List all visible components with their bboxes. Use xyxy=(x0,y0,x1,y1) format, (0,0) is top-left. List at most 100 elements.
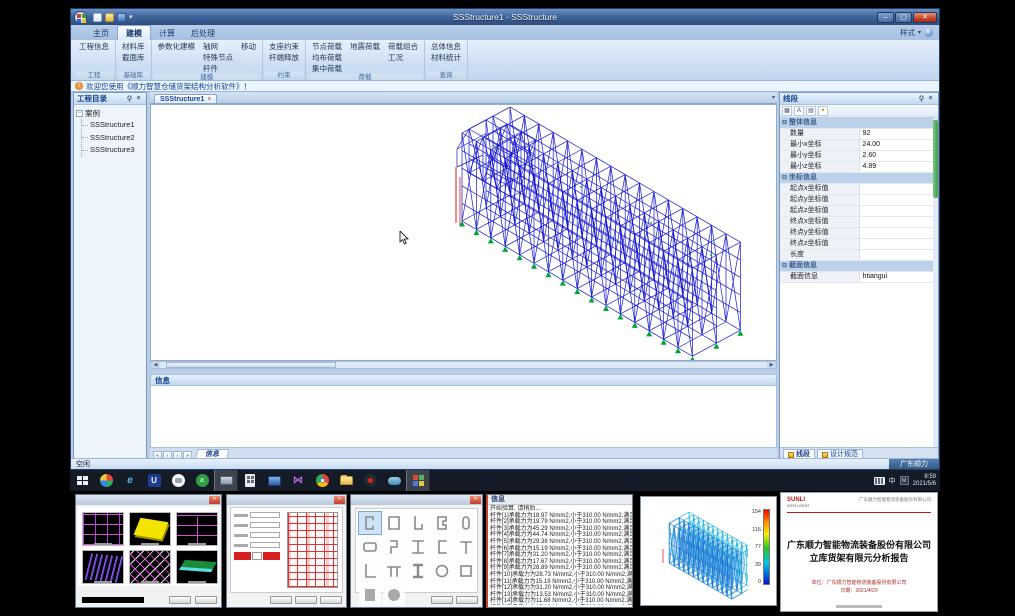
dialog-title-bar[interactable]: ✕ xyxy=(76,495,221,505)
taskbar-icon-ssstructure[interactable] xyxy=(406,470,430,491)
ribbon-button-材料统计[interactable]: 材料统计 xyxy=(430,52,462,63)
dialog-title-bar[interactable]: ✕ xyxy=(227,495,346,505)
gallery-thumbnail-grid-plan[interactable] xyxy=(82,512,124,546)
tree-item-ssstructure1[interactable]: SSStructure1 xyxy=(82,119,144,132)
taskbar-icon-cloud-drive[interactable] xyxy=(382,470,406,491)
maximize-button[interactable]: ▢ xyxy=(895,12,912,23)
section-shape-bent-plate[interactable] xyxy=(383,536,405,558)
tree-item-ssstructure2[interactable]: SSStructure2 xyxy=(82,132,144,145)
section-shape-t-section[interactable] xyxy=(455,536,477,558)
close-button[interactable]: ✕ xyxy=(913,12,937,23)
input-field[interactable] xyxy=(250,532,280,538)
ribbon-button-支座约束[interactable]: 支座约束 xyxy=(268,41,300,52)
horizontal-scrollbar[interactable]: ◀ ▶ xyxy=(150,361,777,369)
categorize-icon[interactable]: ▦ xyxy=(782,106,792,116)
result-contour-window[interactable]: 15411677390 xyxy=(640,496,777,606)
property-value[interactable] xyxy=(860,250,933,260)
section-shape-pipe[interactable] xyxy=(431,560,453,582)
section-shape-angle[interactable] xyxy=(359,560,381,582)
gallery-thumbnail-frame-elevation[interactable] xyxy=(176,512,218,546)
ribbon-button-截面库[interactable]: 截面库 xyxy=(121,52,146,63)
section-shape-double-c-section[interactable] xyxy=(383,512,405,534)
section-shape-square-tube[interactable] xyxy=(455,560,477,582)
property-row[interactable]: 长度 xyxy=(780,250,933,261)
taskbar-icon-my-computer[interactable] xyxy=(214,470,238,491)
prev-button[interactable] xyxy=(270,596,292,604)
taskbar-icon-screen-recorder[interactable] xyxy=(358,470,382,491)
title-bar[interactable]: ▾ SSStructure1 - SSStructure – ▢ ✕ xyxy=(71,9,939,25)
tab-modeling[interactable]: 建模 xyxy=(117,25,151,40)
gallery-thumbnail-yellow-solid-model[interactable] xyxy=(129,512,171,546)
close-icon[interactable]: ✕ xyxy=(470,496,481,504)
tab-home[interactable]: 主页 xyxy=(85,26,117,40)
property-row[interactable]: 终点y坐标值 xyxy=(780,228,933,239)
close-tab-icon[interactable]: × xyxy=(207,96,211,103)
property-value[interactable]: htiangui xyxy=(860,272,933,282)
property-row[interactable]: 终点x坐标值 xyxy=(780,217,933,228)
ribbon-button-杆端释放[interactable]: 杆端释放 xyxy=(268,52,300,63)
collapse-icon[interactable]: − xyxy=(76,110,83,117)
edit-icon[interactable]: ✦ xyxy=(818,106,828,116)
property-category[interactable]: ⊟截面信息 xyxy=(780,261,933,272)
property-category[interactable]: ⊟整体信息 xyxy=(780,118,933,129)
ribbon-button-均布荷载[interactable]: 均布荷载 xyxy=(311,52,343,63)
tab-postprocess[interactable]: 后处理 xyxy=(183,26,223,40)
taskbar-icon-visual-studio[interactable]: ⋈ xyxy=(286,470,310,491)
report-document[interactable]: SUNLIINTELLIGENT 广东顺力智能物流装备股份有限公司 广东顺力智能… xyxy=(780,492,938,612)
cancel-button[interactable] xyxy=(195,596,217,604)
scrollbar-thumb[interactable] xyxy=(166,362,336,368)
property-pages-icon[interactable]: ▤ xyxy=(806,106,816,116)
taskbar-icon-android-tool[interactable]: a xyxy=(190,470,214,491)
ribbon-button-杆件[interactable]: 杆件 xyxy=(202,63,234,74)
close-icon[interactable]: ✕ xyxy=(334,496,345,504)
input-field[interactable] xyxy=(250,522,280,528)
tree-item-ssstructure3[interactable]: SSStructure3 xyxy=(82,144,144,157)
scroll-left-icon[interactable]: ◀ xyxy=(151,362,160,368)
help-icon[interactable]: ? xyxy=(924,28,933,37)
input-field[interactable] xyxy=(250,512,280,518)
taskbar-icon-start[interactable] xyxy=(70,470,94,491)
ok-button[interactable] xyxy=(431,596,453,604)
collapse-icon[interactable]: ⊟ xyxy=(780,173,789,183)
collapse-icon[interactable]: ⊟ xyxy=(780,261,789,271)
gallery-thumbnail-rack-3d[interactable] xyxy=(82,550,124,584)
gallery-dialog[interactable]: ✕ xyxy=(75,494,222,608)
ribbon-button-参数化建模[interactable]: 参数化建模 xyxy=(157,41,197,52)
ribbon-button-节点荷载[interactable]: 节点荷载 xyxy=(311,41,343,52)
check-log-window[interactable]: 信息 开始验算, 请稍后...杆件[1]承载力为18.97 N/mm2,小于31… xyxy=(486,494,633,608)
section-shape-pipe-segment[interactable] xyxy=(455,512,477,534)
sort-az-icon[interactable]: A xyxy=(794,106,804,116)
close-icon[interactable]: ✕ xyxy=(209,496,220,504)
property-value[interactable] xyxy=(860,228,933,238)
ribbon-button-总体信息[interactable]: 总体信息 xyxy=(430,41,462,52)
property-value[interactable]: 92 xyxy=(860,129,933,139)
section-shape-c-section[interactable] xyxy=(359,512,381,534)
keyboard-icon[interactable] xyxy=(874,477,885,485)
ribbon-button-工程信息[interactable]: 工程信息 xyxy=(78,41,110,52)
property-row[interactable]: 起点z坐标值 xyxy=(780,206,933,217)
model-viewport[interactable] xyxy=(150,104,777,361)
property-row[interactable]: 数量92 xyxy=(780,129,933,140)
property-value[interactable] xyxy=(860,206,933,216)
close-panel-icon[interactable]: × xyxy=(926,94,935,103)
style-button[interactable]: 样式 xyxy=(900,27,915,38)
section-shape-solid-rect[interactable] xyxy=(359,584,381,606)
taskbar-icon-u-browser[interactable]: U xyxy=(142,470,166,491)
cancel-button[interactable] xyxy=(320,596,342,604)
gallery-thumbnail-slab-model[interactable] xyxy=(176,550,218,584)
taskbar-icon-calculator[interactable] xyxy=(238,470,262,491)
tree-root[interactable]: − 案例 xyxy=(76,108,144,119)
ribbon-button-材料库[interactable]: 材料库 xyxy=(121,41,146,52)
property-row[interactable]: 最小z坐标4.89 xyxy=(780,162,933,173)
ribbon-button-轴网[interactable]: 轴网 xyxy=(202,41,234,52)
tab-scroll-button[interactable]: ▾ xyxy=(772,94,775,101)
bay-table[interactable] xyxy=(234,552,280,560)
pin-icon[interactable] xyxy=(125,94,134,103)
ribbon-button-工况[interactable]: 工况 xyxy=(387,52,419,63)
scrollbar-thumb[interactable] xyxy=(933,120,938,198)
collapse-icon[interactable]: ⊟ xyxy=(780,118,789,128)
property-value[interactable]: 24.00 xyxy=(860,140,933,150)
tray-app-icon[interactable]: M xyxy=(900,476,909,485)
taskbar-icon-chrome[interactable] xyxy=(310,470,334,491)
section-shape-double-t[interactable] xyxy=(383,560,405,582)
